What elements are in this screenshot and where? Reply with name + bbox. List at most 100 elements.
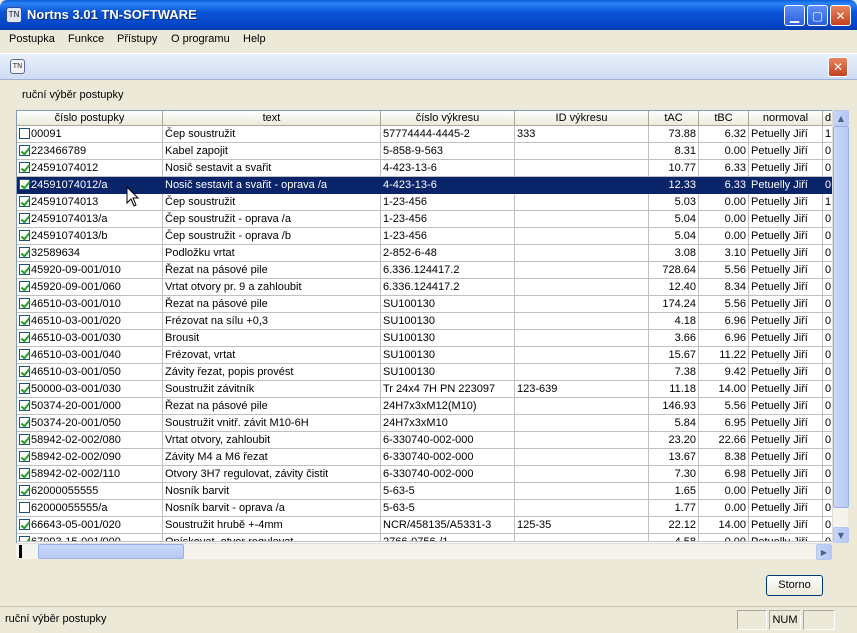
cell-tac: 7.38 <box>649 364 699 381</box>
cell-id <box>515 245 649 262</box>
vertical-scroll-thumb[interactable] <box>833 126 849 508</box>
table-row[interactable]: 50374-20-001/050 Soustružit vnitř. závit … <box>17 415 832 432</box>
horizontal-scrollbar[interactable]: ▶ <box>16 543 832 560</box>
close-button[interactable]: ✕ <box>830 5 851 26</box>
cell-text: 62000055555/a <box>31 502 108 514</box>
scroll-right-button[interactable]: ▶ <box>816 544 832 560</box>
table-row[interactable]: 46510-03-001/050 Závity řezat, popis prov… <box>17 364 832 381</box>
table-row[interactable]: 50000-03-001/030 Soustružit závitník Tr 24… <box>17 381 832 398</box>
table-row[interactable]: 50374-20-001/000 Řezat na pásové pile 24H7… <box>17 398 832 415</box>
menu-help[interactable]: Help <box>243 33 266 45</box>
cell-text: Soustružit vnitř. závit M10-6H <box>163 415 381 432</box>
cell-tbc: 0.00 <box>699 500 749 517</box>
table-row[interactable]: 66643-05-001/020 Soustružit hrubě +-4mm NC… <box>17 517 832 534</box>
arrow-down-icon: ▼ <box>837 530 845 540</box>
cell-text: Vrtat otvory pr. 9 a zahloubit <box>165 281 302 293</box>
row-checkbox[interactable] <box>19 485 30 496</box>
row-checkbox[interactable] <box>19 128 30 139</box>
cell-text: 12.33 <box>668 179 696 191</box>
table-row[interactable]: 46510-03-001/020 Frézovat na sílu +0,3 SU1… <box>17 313 832 330</box>
row-checkbox[interactable] <box>19 230 30 241</box>
row-checkbox[interactable] <box>19 281 30 292</box>
row-checkbox[interactable] <box>19 400 30 411</box>
table-row[interactable]: 62000055555/a Nosník barvit - oprava /a 5-… <box>17 500 832 517</box>
row-checkbox[interactable] <box>19 417 30 428</box>
cell-tbc: 6.33 <box>699 177 749 194</box>
cell-id <box>515 347 649 364</box>
row-checkbox[interactable] <box>19 162 30 173</box>
cell-d: 0 <box>823 296 832 313</box>
cell-text: 4-423-13-6 <box>383 162 437 174</box>
scroll-up-button[interactable]: ▲ <box>833 110 849 126</box>
row-checkbox[interactable] <box>19 179 30 190</box>
cell-text: 3.66 <box>674 332 696 344</box>
row-checkbox[interactable] <box>19 145 30 156</box>
row-checkbox[interactable] <box>19 247 30 258</box>
storno-button[interactable]: Storno <box>766 575 823 596</box>
row-checkbox[interactable] <box>19 366 30 377</box>
col-header-normoval[interactable]: normoval <box>749 111 823 126</box>
cell-text: Petuelly Jiří <box>751 536 808 542</box>
col-header-d[interactable]: d <box>823 111 832 126</box>
cell-id <box>515 279 649 296</box>
col-header-tac[interactable]: tAC <box>649 111 699 126</box>
table-row[interactable]: 46510-03-001/040 Frézovat, vrtat SU100130 1… <box>17 347 832 364</box>
scroll-left-marker <box>19 545 22 558</box>
menu-funkce[interactable]: Funkce <box>68 33 104 45</box>
menu-pristupy[interactable]: Přístupy <box>117 33 157 45</box>
vertical-scrollbar[interactable]: ▲ ▼ <box>832 110 849 543</box>
cell-tac: 13.67 <box>649 449 699 466</box>
row-checkbox[interactable] <box>19 213 30 224</box>
table-row[interactable]: 62000055555 Nosník barvit 5-63-5 1.65 0.00 Pe… <box>17 483 832 500</box>
table-row[interactable]: 24591074013/b Čep soustružit - oprava /b 1… <box>17 228 832 245</box>
cell-id <box>515 143 649 160</box>
table-row[interactable]: 58942-02-002/090 Závity M4 a M6 řezat 6-33… <box>17 449 832 466</box>
cell-text: 0 <box>825 519 832 531</box>
row-checkbox[interactable] <box>19 451 30 462</box>
row-checkbox[interactable] <box>19 502 30 513</box>
table-row[interactable]: 45920-09-001/010 Řezat na pásové pile 6.33… <box>17 262 832 279</box>
table-row[interactable]: 32589634 Podložku vrtat 2-852-6-48 3.08 3.10… <box>17 245 832 262</box>
row-checkbox[interactable] <box>19 536 30 541</box>
row-checkbox[interactable] <box>19 383 30 394</box>
cell-normoval: Petuelly Jiří <box>749 466 823 483</box>
cell-normoval: Petuelly Jiří <box>749 381 823 398</box>
table-row[interactable]: 45920-09-001/060 Vrtat otvory pr. 9 a zah… <box>17 279 832 296</box>
row-checkbox[interactable] <box>19 349 30 360</box>
row-checkbox[interactable] <box>19 434 30 445</box>
row-checkbox[interactable] <box>19 332 30 343</box>
table-row[interactable]: 24591074013/a Čep soustružit - oprava /a 1… <box>17 211 832 228</box>
col-header-vykres[interactable]: číslo výkresu <box>381 111 515 126</box>
table-row[interactable]: 24591074012 Nosič sestavit a svařit 4-423-… <box>17 160 832 177</box>
col-header-text[interactable]: text <box>163 111 381 126</box>
title-bar[interactable]: TN Nortns 3.01 TN-SOFTWARE ▁ ▢ ✕ <box>0 0 857 30</box>
row-checkbox[interactable] <box>19 468 30 479</box>
row-checkbox[interactable] <box>19 264 30 275</box>
table-row[interactable]: 46510-03-001/030 Brousit SU100130 3.66 6.96 P… <box>17 330 832 347</box>
cell-d: 0 <box>823 279 832 296</box>
maximize-button[interactable]: ▢ <box>807 5 828 26</box>
row-checkbox[interactable] <box>19 315 30 326</box>
horizontal-scroll-thumb[interactable] <box>38 544 184 559</box>
table-row[interactable]: 67093-15-001/000 Opískovat, otvor regulov… <box>17 534 832 542</box>
cell-text: 0.00 <box>724 485 746 497</box>
row-checkbox[interactable] <box>19 298 30 309</box>
scroll-down-button[interactable]: ▼ <box>833 527 849 543</box>
cell-tac: 5.84 <box>649 415 699 432</box>
col-header-id[interactable]: ID výkresu <box>515 111 649 126</box>
row-checkbox[interactable] <box>19 519 30 530</box>
table-row[interactable]: 223466789 Kabel zapojit 5-858-9-563 8.31 0.0… <box>17 143 832 160</box>
row-checkbox[interactable] <box>19 196 30 207</box>
cell-vykres: 6-330740-002-000 <box>381 432 515 449</box>
menu-postupka[interactable]: Postupka <box>9 33 55 45</box>
minimize-button[interactable]: ▁ <box>784 5 805 26</box>
table-row[interactable]: 00091 Čep soustružit 57774444-4445-2 333 73.… <box>17 126 832 143</box>
col-header-tbc[interactable]: tBC <box>699 111 749 126</box>
table-row[interactable]: 58942-02-002/080 Vrtat otvory, zahloubit 6… <box>17 432 832 449</box>
menu-o-programu[interactable]: O programu <box>171 33 230 45</box>
cell-tac: 728.64 <box>649 262 699 279</box>
dialog-close-button[interactable]: ✕ <box>828 57 848 77</box>
table-row[interactable]: 58942-02-002/110 Otvory 3H7 regulovat, zá… <box>17 466 832 483</box>
table-row[interactable]: 46510-03-001/010 Řezat na pásové pile SU10… <box>17 296 832 313</box>
col-header-cislo[interactable]: číslo postupky <box>17 111 163 126</box>
